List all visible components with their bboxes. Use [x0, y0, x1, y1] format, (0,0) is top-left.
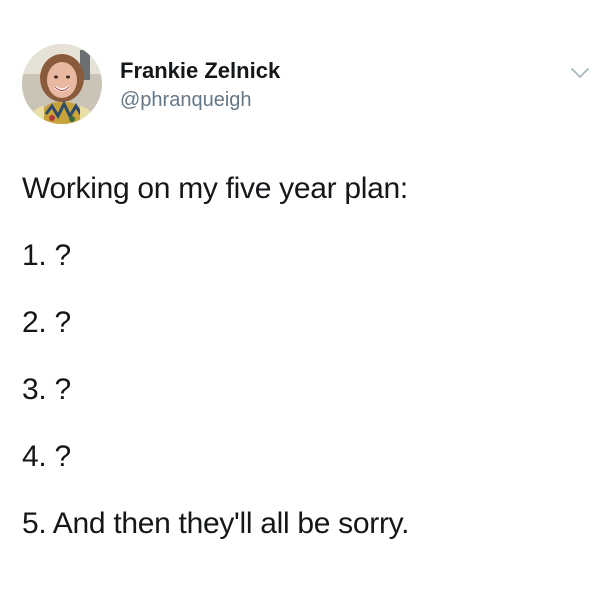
- author-handle[interactable]: @phranqueigh: [120, 88, 252, 112]
- plan-item: 5. And then they'll all be sorry.: [22, 507, 410, 540]
- author-name[interactable]: Frankie Zelnick: [120, 58, 280, 84]
- profile-photo-icon: [22, 44, 102, 124]
- chevron-down-icon[interactable]: [570, 66, 590, 80]
- plan-item: 1. ?: [22, 239, 71, 272]
- plan-item: 4. ?: [22, 440, 71, 473]
- tweet-intro: Working on my five year plan:: [22, 172, 408, 205]
- plan-item: 2. ?: [22, 306, 71, 339]
- avatar[interactable]: [22, 44, 102, 124]
- tweet-card: Frankie Zelnick @phranqueigh Working on …: [0, 0, 600, 600]
- plan-item: 3. ?: [22, 373, 71, 406]
